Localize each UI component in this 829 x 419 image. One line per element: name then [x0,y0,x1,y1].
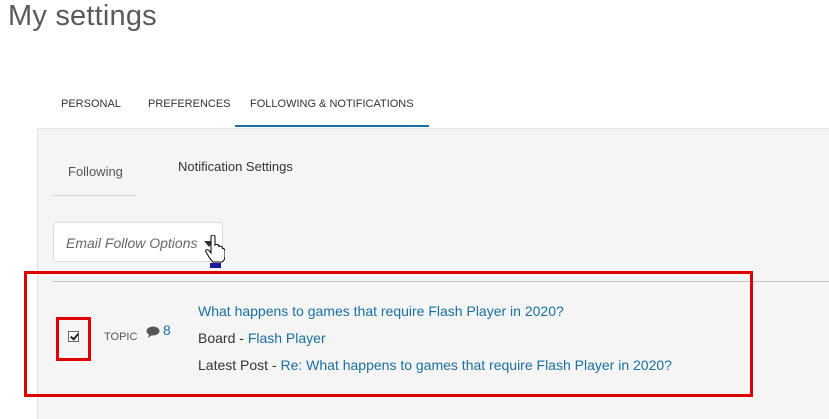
latest-post-prefix: Latest Post - [198,357,281,373]
comment-icon [146,326,160,338]
tab-personal[interactable]: PERSONAL [61,98,121,110]
latest-post-row: Latest Post - Re: What happens to games … [198,357,672,373]
subtab-following[interactable]: Following [52,164,137,196]
hand-pointer-cursor-icon [205,235,225,268]
latest-post-link[interactable]: Re: What happens to games that require F… [280,357,671,373]
page-title: My settings [8,0,157,32]
board-link[interactable]: Flash Player [248,330,326,346]
topic-title-link[interactable]: What happens to games that require Flash… [198,303,564,319]
item-type-label: TOPIC [104,331,138,343]
tab-preferences[interactable]: PREFERENCES [148,98,231,110]
comment-count[interactable]: 8 [163,322,171,338]
board-row: Board - Flash Player [198,330,326,346]
board-prefix: Board - [198,330,248,346]
followed-item-checkbox[interactable] [68,331,79,342]
email-follow-options-label: Email Follow Options [66,235,198,251]
tab-following-notifications[interactable]: FOLLOWING & NOTIFICATIONS [235,98,429,127]
subtab-notification-settings[interactable]: Notification Settings [178,159,293,174]
email-follow-options-dropdown[interactable]: Email Follow Options [53,222,223,262]
